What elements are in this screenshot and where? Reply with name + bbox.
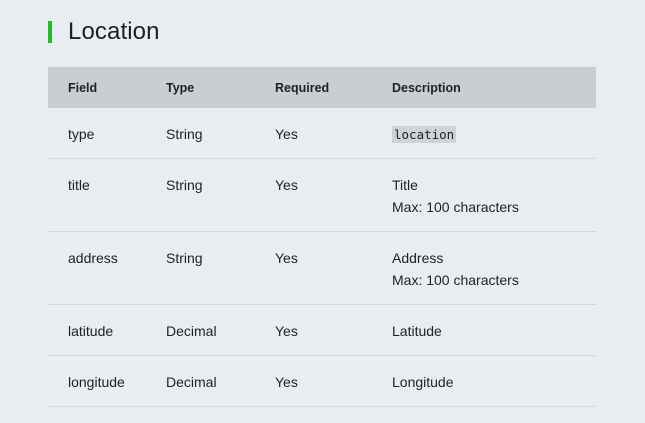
field-type: Decimal	[166, 374, 217, 390]
column-header-required: Required	[275, 80, 330, 95]
field-description-code: location	[392, 126, 457, 143]
field-required: Yes	[275, 374, 298, 390]
field-required: Yes	[275, 126, 298, 142]
field-name: latitude	[68, 323, 114, 339]
field-required: Yes	[275, 177, 298, 193]
table-row: address String Yes Address Max: 100 char…	[48, 231, 596, 305]
heading-accent-bar	[48, 21, 52, 43]
field-type: String	[166, 177, 203, 193]
column-header-type: Type	[166, 80, 195, 95]
field-name: longitude	[68, 374, 125, 390]
field-description-note: Max: 100 characters	[392, 199, 519, 215]
table-row: longitude Decimal Yes Longitude	[48, 355, 596, 407]
field-description-note: Max: 100 characters	[392, 272, 519, 288]
field-type: String	[166, 250, 203, 266]
field-name: address	[68, 250, 118, 266]
column-header-description: Description	[392, 80, 461, 95]
field-required: Yes	[275, 250, 298, 266]
table-row: title String Yes Title Max: 100 characte…	[48, 158, 596, 232]
field-type: Decimal	[166, 323, 217, 339]
table-row: type String Yes location	[48, 108, 596, 159]
fields-table: Field Type Required Description type Str…	[48, 67, 596, 407]
field-description: Address	[392, 250, 444, 266]
field-name: type	[68, 126, 95, 142]
field-description: Latitude	[392, 323, 442, 339]
field-type: String	[166, 126, 203, 142]
field-required: Yes	[275, 323, 298, 339]
table-row: latitude Decimal Yes Latitude	[48, 304, 596, 356]
field-description: Longitude	[392, 374, 454, 390]
page-title: Location	[68, 18, 160, 45]
section-heading: Location	[48, 18, 160, 46]
field-description: Title	[392, 177, 418, 193]
field-name: title	[68, 177, 90, 193]
table-header-row: Field Type Required Description	[48, 67, 596, 108]
column-header-field: Field	[68, 80, 98, 95]
